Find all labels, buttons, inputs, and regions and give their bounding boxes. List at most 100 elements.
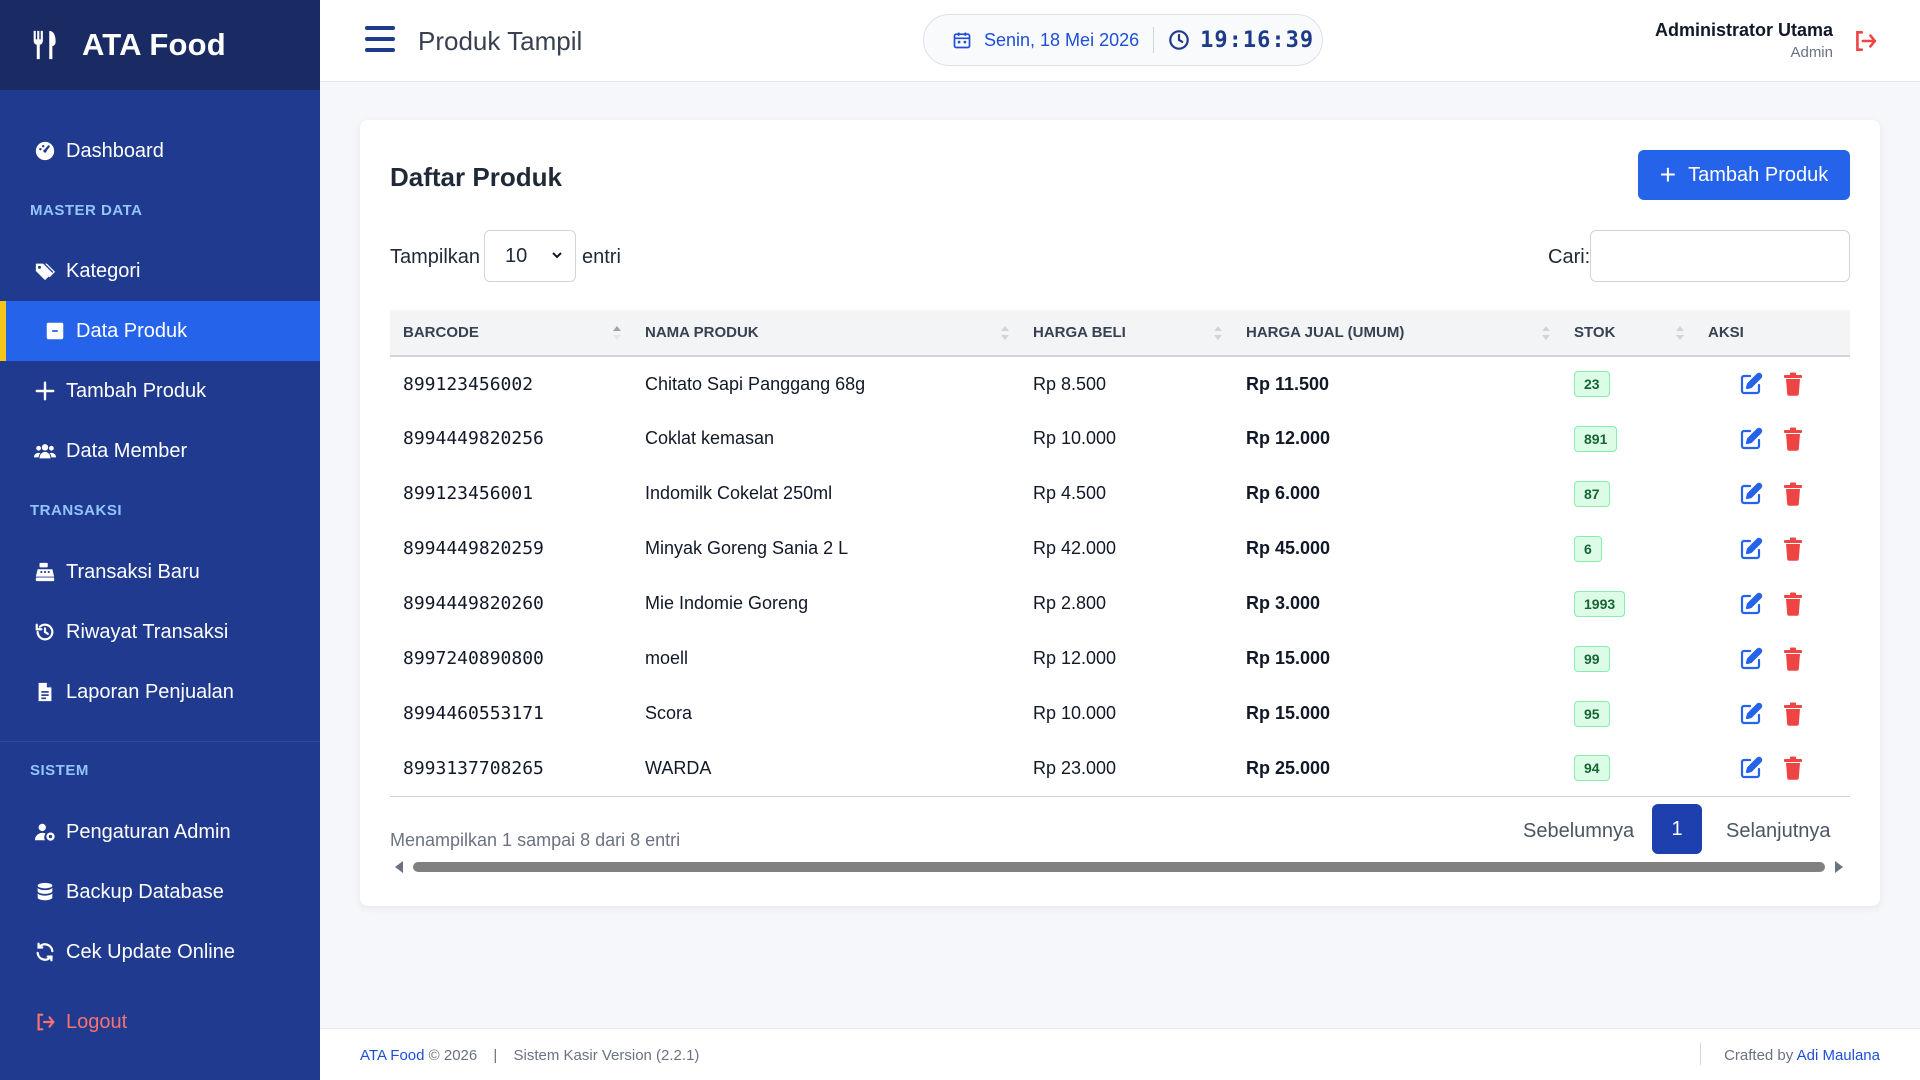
sidebar-item-tambah-produk[interactable]: Tambah Produk [0,361,320,421]
logout-label: Logout [66,1010,128,1033]
cell-actions [1695,576,1850,631]
sidebar-item-dashboard[interactable]: Dashboard [0,121,320,181]
trash-icon[interactable] [1783,702,1803,726]
footer-brand-link[interactable]: ATA Food [360,1047,424,1064]
scroll-left-arrow[interactable] [395,861,403,873]
sidebar-item-label: Transaksi Baru [66,560,200,583]
trash-icon[interactable] [1783,592,1803,616]
cell-selling-price: Rp 15.000 [1246,648,1331,668]
sign-out-icon [32,1009,58,1035]
footer-crafted-by: Crafted by [1724,1047,1794,1064]
sync-icon [32,939,58,965]
edit-icon[interactable] [1739,427,1763,451]
sidebar-item-label: Cek Update Online [66,940,235,963]
cell-selling-price: Rp 25.000 [1233,741,1561,797]
sidebar-item-label: Laporan Penjualan [66,680,234,703]
entries-per-page-select[interactable]: 10 [484,230,576,282]
column-header-harga-jual[interactable]: HARGA JUAL (UMUM) [1233,310,1561,357]
add-product-button[interactable]: + Tambah Produk [1638,150,1850,200]
trash-icon[interactable] [1783,537,1803,561]
table-row: 8994460553171 Scora Rp 10.000 Rp 15.000 95 [390,686,1850,741]
scroll-right-arrow[interactable] [1835,861,1843,873]
edit-icon[interactable] [1739,592,1763,616]
cell-selling-price: Rp 3.000 [1246,593,1321,613]
sign-out-icon[interactable] [1852,28,1878,54]
cell-actions [1695,356,1850,411]
cell-selling-price: Rp 6.000 [1246,483,1321,503]
column-header-aksi: AKSI [1695,310,1850,357]
sidebar-item-data-produk[interactable]: Data Produk [0,301,320,361]
brand[interactable]: ATA Food [0,0,320,90]
table-row: 899123456001 Indomilk Cokelat 250ml Rp 4.5… [390,466,1850,521]
cell-selling-price: Rp 15.000 [1246,703,1331,723]
cell-product-name: Mie Indomie Goreng [645,593,809,613]
datetime-divider [1153,27,1155,53]
menu-toggle-icon[interactable] [365,26,395,52]
utensils-icon [33,30,56,60]
footer: ATA Food © 2026 | Sistem Kasir Version (… [320,1028,1920,1080]
sidebar-item-transaksi-baru[interactable]: Transaksi Baru [0,542,320,602]
sidebar-item-kategori[interactable]: Kategori [0,241,320,301]
section-master-data: MASTER DATA [30,202,143,219]
edit-icon[interactable] [1739,702,1763,726]
sort-icon [1214,326,1222,340]
edit-icon[interactable] [1739,647,1763,671]
sidebar-item-laporan-penjualan[interactable]: Laporan Penjualan [0,662,320,722]
cell-product-name: moell [645,648,689,668]
sidebar-item-data-member[interactable]: Data Member [0,421,320,481]
cell-stock: 1993 [1561,576,1695,631]
product-table: BARCODE NAMA PRODUK HARGA BELI HARGA JUA… [390,310,1850,797]
cell-barcode: 8997240890800 [403,648,544,669]
column-header-nama-produk[interactable]: NAMA PRODUK [632,310,1020,357]
user-info[interactable]: Administrator Utama Admin [1655,20,1833,61]
sidebar-item-label: Riwayat Transaksi [66,620,229,643]
user-role: Admin [1790,44,1833,61]
sidebar-item-pengaturan-admin[interactable]: Pengaturan Admin [0,802,320,862]
brand-name: ATA Food [82,27,226,62]
plus-icon [32,378,58,404]
horizontal-scrollbar[interactable] [413,862,1825,872]
product-list-card: Daftar Produk + Tambah Produk Tampilkan … [360,120,1880,906]
sidebar-item-cek-update-online[interactable]: Cek Update Online [0,922,320,982]
edit-icon[interactable] [1739,482,1763,506]
sidebar-item-label: Data Member [66,439,188,462]
footer-separator: | [493,1047,498,1064]
row-actions [1708,592,1850,616]
sidebar-item-backup-database[interactable]: Backup Database [0,862,320,922]
trash-icon[interactable] [1783,427,1803,451]
pagination-page-1[interactable]: 1 [1652,804,1702,854]
edit-icon[interactable] [1739,756,1763,780]
entries-per-page-value: 10 [505,244,528,267]
cell-actions [1695,631,1850,686]
sidebar-item-label: Kategori [66,259,141,282]
trash-icon[interactable] [1783,647,1803,671]
cell-purchase-price: Rp 8.500 [1033,373,1107,394]
edit-icon[interactable] [1739,537,1763,561]
footer-version: Sistem Kasir Version (2.2.1) [513,1047,700,1064]
topbar: Produk Tampil Senin, 18 Mei 2026 19:16:3… [320,0,1920,82]
pagination-next[interactable]: Selanjutnya [1726,820,1831,843]
footer-author-link[interactable]: Adi Maulana [1797,1047,1880,1064]
sidebar-item-logout[interactable]: Logout [0,992,320,1052]
column-header-harga-beli[interactable]: HARGA BELI [1020,310,1233,357]
cell-product-name: Coklat kemasan [645,428,775,448]
stock-badge: 87 [1574,480,1610,507]
pagination-previous[interactable]: Sebelumnya [1523,820,1634,843]
users-icon [32,438,58,464]
sidebar-item-riwayat-transaksi[interactable]: Riwayat Transaksi [0,602,320,662]
edit-icon[interactable] [1739,372,1763,396]
column-header-stok[interactable]: STOK [1561,310,1695,357]
cell-actions [1695,686,1850,741]
section-sistem: SISTEM [30,762,89,779]
cell-stock: 99 [1561,631,1695,686]
trash-icon[interactable] [1783,372,1803,396]
trash-icon[interactable] [1783,482,1803,506]
cell-product-name: Chitato Sapi Panggang 68g [645,373,866,394]
column-header-barcode[interactable]: BARCODE [390,310,632,357]
search-input[interactable] [1590,230,1850,282]
trash-icon[interactable] [1783,756,1803,781]
tags-icon [32,258,58,284]
table-info: Menampilkan 1 sampai 8 dari 8 entri [390,830,681,850]
plus-icon: + [1659,159,1677,190]
cell-barcode: 899123456001 [403,483,534,504]
